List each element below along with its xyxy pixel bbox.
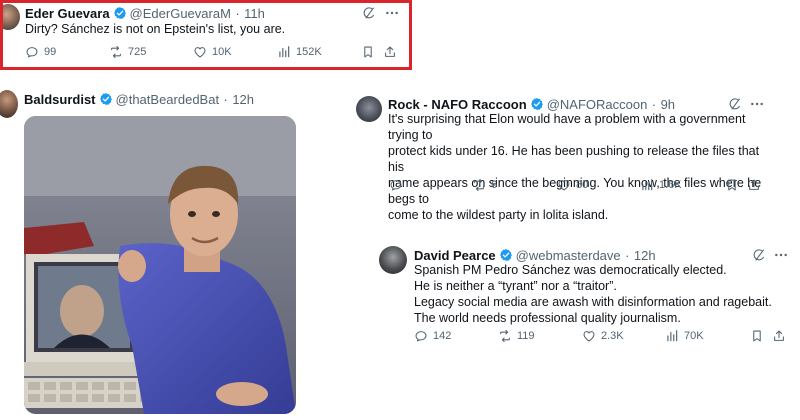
bookmark-icon[interactable]	[750, 329, 764, 343]
views-icon	[640, 178, 654, 192]
author-name[interactable]: David Pearce	[414, 248, 496, 263]
views-count: 70K	[684, 330, 704, 342]
dot-separator: ·	[651, 97, 657, 112]
timestamp[interactable]: 9h	[661, 97, 675, 112]
tweet-text-line: come to the wildest party in lolita isla…	[388, 208, 609, 222]
repost-icon	[498, 329, 512, 343]
repost-icon	[472, 178, 486, 192]
more-icon[interactable]	[749, 96, 765, 112]
highlight-frame	[0, 0, 412, 70]
author-handle[interactable]: @webmasterdave	[516, 248, 621, 263]
tweet-header: Baldsurdist @thatBeardedBat · 12h	[24, 91, 254, 109]
timestamp[interactable]: 12h	[232, 92, 254, 107]
share-icon[interactable]	[772, 329, 786, 343]
avatar[interactable]	[356, 96, 382, 122]
like-button[interactable]: 2.3K	[582, 329, 624, 343]
bookmark-icon[interactable]	[725, 178, 739, 192]
tweet-text-line: Legacy social media are awash with disin…	[414, 295, 772, 309]
tweet-text-line: The world needs professional quality jou…	[414, 311, 681, 325]
like-button[interactable]: 80	[557, 178, 588, 192]
dot-separator: ·	[625, 248, 630, 263]
reply-button[interactable]: 142	[414, 329, 451, 343]
photo-illustration	[24, 116, 296, 414]
avatar[interactable]	[379, 246, 407, 274]
grok-icon[interactable]	[728, 97, 742, 111]
reply-icon	[414, 329, 428, 343]
reply-icon	[389, 178, 403, 192]
like-count: 80	[576, 179, 589, 191]
like-icon	[557, 178, 571, 192]
more-icon[interactable]	[773, 247, 789, 263]
reply-count: 142	[433, 330, 452, 342]
views-count: 1.6K	[659, 179, 682, 191]
like-count: 2.3K	[601, 330, 624, 342]
tweet-text-line: It's surprising that Elon would have a p…	[388, 112, 746, 142]
reply-button[interactable]	[389, 178, 408, 192]
like-icon	[582, 329, 596, 343]
dot-separator: ·	[223, 92, 228, 107]
tweet-text-line: He is neither a “tyrant” nor a “traitor”…	[414, 279, 617, 293]
tweet-card-nafo-raccoon[interactable]: Rock - NAFO Raccoon @NAFORaccoon · 9h It'…	[348, 88, 770, 222]
tweet-photo[interactable]	[24, 116, 296, 414]
timestamp[interactable]: 12h	[634, 248, 656, 263]
views-button[interactable]: 1.6K	[640, 178, 682, 192]
views-icon	[665, 329, 679, 343]
repost-button[interactable]: 119	[498, 329, 535, 343]
author-handle[interactable]: @thatBeardedBat	[116, 92, 220, 107]
repost-count: 119	[517, 330, 535, 342]
author-name[interactable]: Baldsurdist	[24, 92, 96, 107]
share-icon[interactable]	[747, 178, 761, 192]
tweet-text-line: Spanish PM Pedro Sánchez was democratica…	[414, 263, 727, 277]
author-name[interactable]: Rock - NAFO Raccoon	[388, 97, 527, 112]
tweet-text: It's surprising that Elon would have a p…	[388, 111, 768, 223]
author-handle[interactable]: @NAFORaccoon	[547, 97, 648, 112]
tweet-text: Spanish PM Pedro Sánchez was democratica…	[414, 262, 794, 326]
repost-button[interactable]: 6	[472, 178, 497, 192]
tweet-text-line: protect kids under 16. He has been pushi…	[388, 144, 760, 174]
verified-icon	[99, 92, 113, 106]
avatar[interactable]	[0, 90, 18, 118]
grok-icon[interactable]	[752, 248, 766, 262]
verified-icon	[499, 248, 513, 262]
repost-count: 6	[491, 179, 498, 191]
verified-icon	[530, 97, 544, 111]
tweet-card-david-pearce[interactable]: David Pearce @webmasterdave · 12h Spanish…	[372, 238, 798, 350]
views-button[interactable]: 70K	[665, 329, 704, 343]
